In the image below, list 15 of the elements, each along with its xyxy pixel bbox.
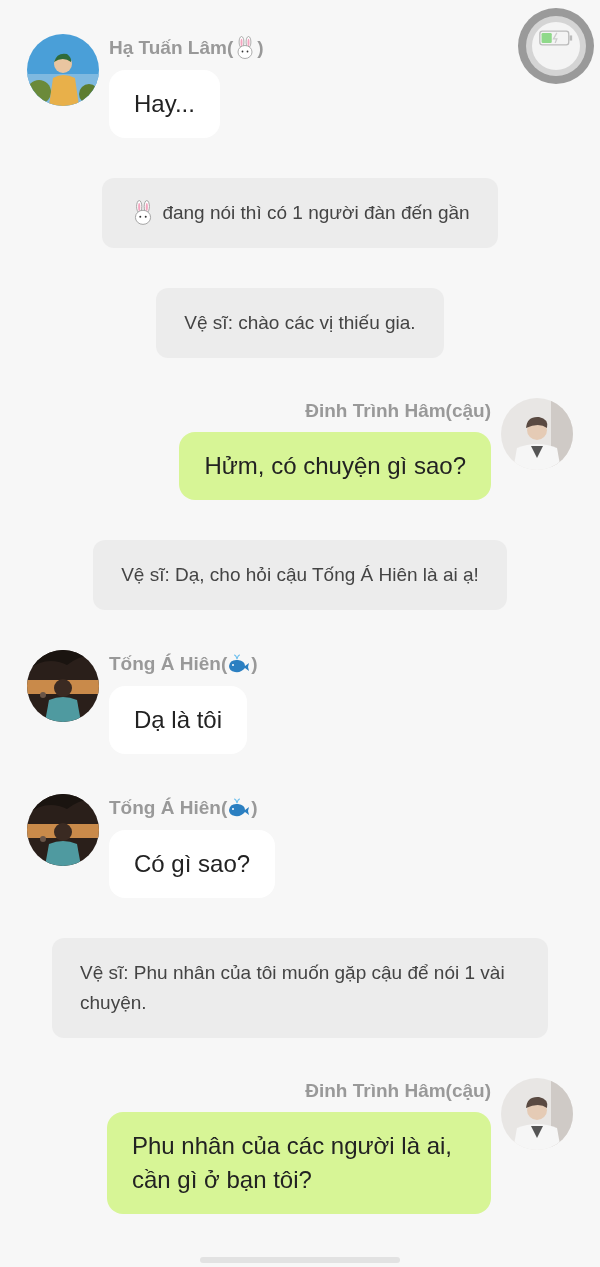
message-bubble: Phu nhân của các người là ai, cần gì ở bạn tôi? [107,1112,491,1214]
system-message: đang nói thì có 1 người đàn đến gần [102,178,498,248]
sender-name: Đinh Trình Hâm(cậu) [305,400,491,422]
system-message: Vệ sĩ: chào các vị thiếu gia. [156,288,444,358]
message-bubble: Hửm, có chuyện gì sao? [179,432,491,500]
system-message: Vệ sĩ: Phu nhân của tôi muốn gặp cậu để nói 1 vài chuyện. [52,938,548,1038]
sender-name: Đinh Trình Hâm(cậu) [305,1080,491,1102]
sender-name: Tống Á Hiên( ) [109,796,258,820]
message-bubble: Có gì sao? [109,830,276,898]
message-bubble: Dạ là tôi [109,686,248,754]
message-bubble: Hay... [109,70,220,138]
system-message: Vệ sĩ: Dạ, cho hỏi cậu Tống Á Hiên là ai ạ! [93,540,507,610]
sender-name: Hạ Tuấn Lâm( ) [109,36,264,60]
battery-icon [539,30,573,46]
sender-name: Tống Á Hiên( ) [109,652,258,676]
